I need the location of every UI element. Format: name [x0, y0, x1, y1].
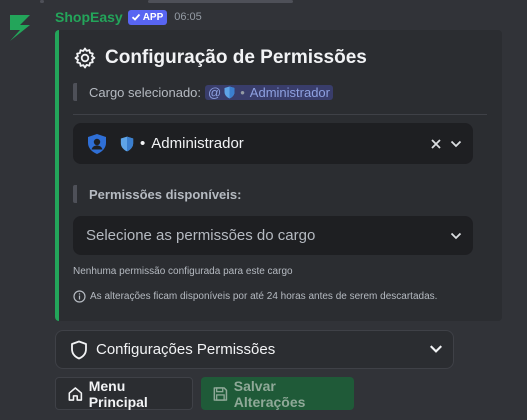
perms-quote: Permissões disponíveis: — [73, 185, 241, 203]
info-note-text: As alterações ficam disponíveis por até … — [90, 291, 438, 302]
shield-emoji-icon — [120, 136, 134, 151]
shield-icon — [71, 340, 87, 359]
shopeasy-logo-icon — [10, 15, 30, 41]
bot-name[interactable]: ShopEasy — [55, 9, 123, 25]
role-select-value: Administrador — [151, 135, 244, 152]
main-menu-button[interactable]: Menu Principal — [55, 377, 193, 410]
info-note: As alterações ficam disponíveis por até … — [73, 290, 437, 303]
save-changes-button[interactable]: Salvar Alterações — [201, 377, 354, 410]
message-timestamp[interactable]: 06:05 — [174, 11, 202, 23]
save-icon — [213, 386, 228, 401]
mention-role-name: Administrador — [249, 84, 330, 100]
message-header: ShopEasy APP 06:05 — [55, 7, 202, 27]
previous-message-edge — [0, 0, 527, 4]
main-menu-label: Menu Principal — [88, 377, 148, 410]
mention-at: @ — [208, 84, 222, 100]
permissions-settings-label: Configurações Permissões — [96, 341, 276, 358]
app-badge: APP — [127, 9, 168, 25]
permissions-select-placeholder: Selecione as permissões do cargo — [86, 227, 316, 244]
selected-role-label: Cargo selecionado: — [89, 84, 202, 100]
save-changes-label: Salvar Alterações — [233, 377, 306, 410]
bot-avatar[interactable] — [4, 12, 36, 44]
embed-title: Configuração de Permissões — [73, 46, 367, 70]
permissions-select[interactable]: Selecione as permissões do cargo — [73, 216, 473, 255]
perms-label: Permissões disponíveis: — [89, 186, 242, 202]
role-select-separator: • — [140, 135, 146, 152]
embed-divider — [73, 114, 487, 115]
role-select[interactable]: • Administrador — [73, 123, 473, 164]
empty-permissions-note: Nenhuma permissão configurada para este … — [73, 266, 293, 277]
home-icon — [68, 386, 83, 401]
info-icon — [73, 290, 86, 303]
gear-icon — [74, 47, 96, 69]
admin-user-icon — [88, 133, 106, 154]
role-mention[interactable]: @ • Administrador — [205, 84, 333, 100]
mention-separator: • — [240, 84, 245, 100]
clear-icon[interactable] — [430, 138, 442, 150]
permissions-embed: Configuração de Permissões Cargo selecio… — [55, 30, 502, 321]
selected-role-quote: Cargo selecionado: @ • Administrador — [73, 83, 333, 101]
chevron-down-icon[interactable] — [429, 342, 443, 356]
permissions-settings-select[interactable]: Configurações Permissões — [55, 330, 454, 369]
verified-check-icon — [131, 13, 140, 21]
chevron-down-icon[interactable] — [450, 232, 462, 240]
app-badge-label: APP — [142, 11, 164, 23]
shield-emoji-icon — [224, 86, 235, 98]
chevron-down-icon[interactable] — [450, 140, 462, 148]
embed-title-text: Configuração de Permissões — [105, 47, 367, 68]
